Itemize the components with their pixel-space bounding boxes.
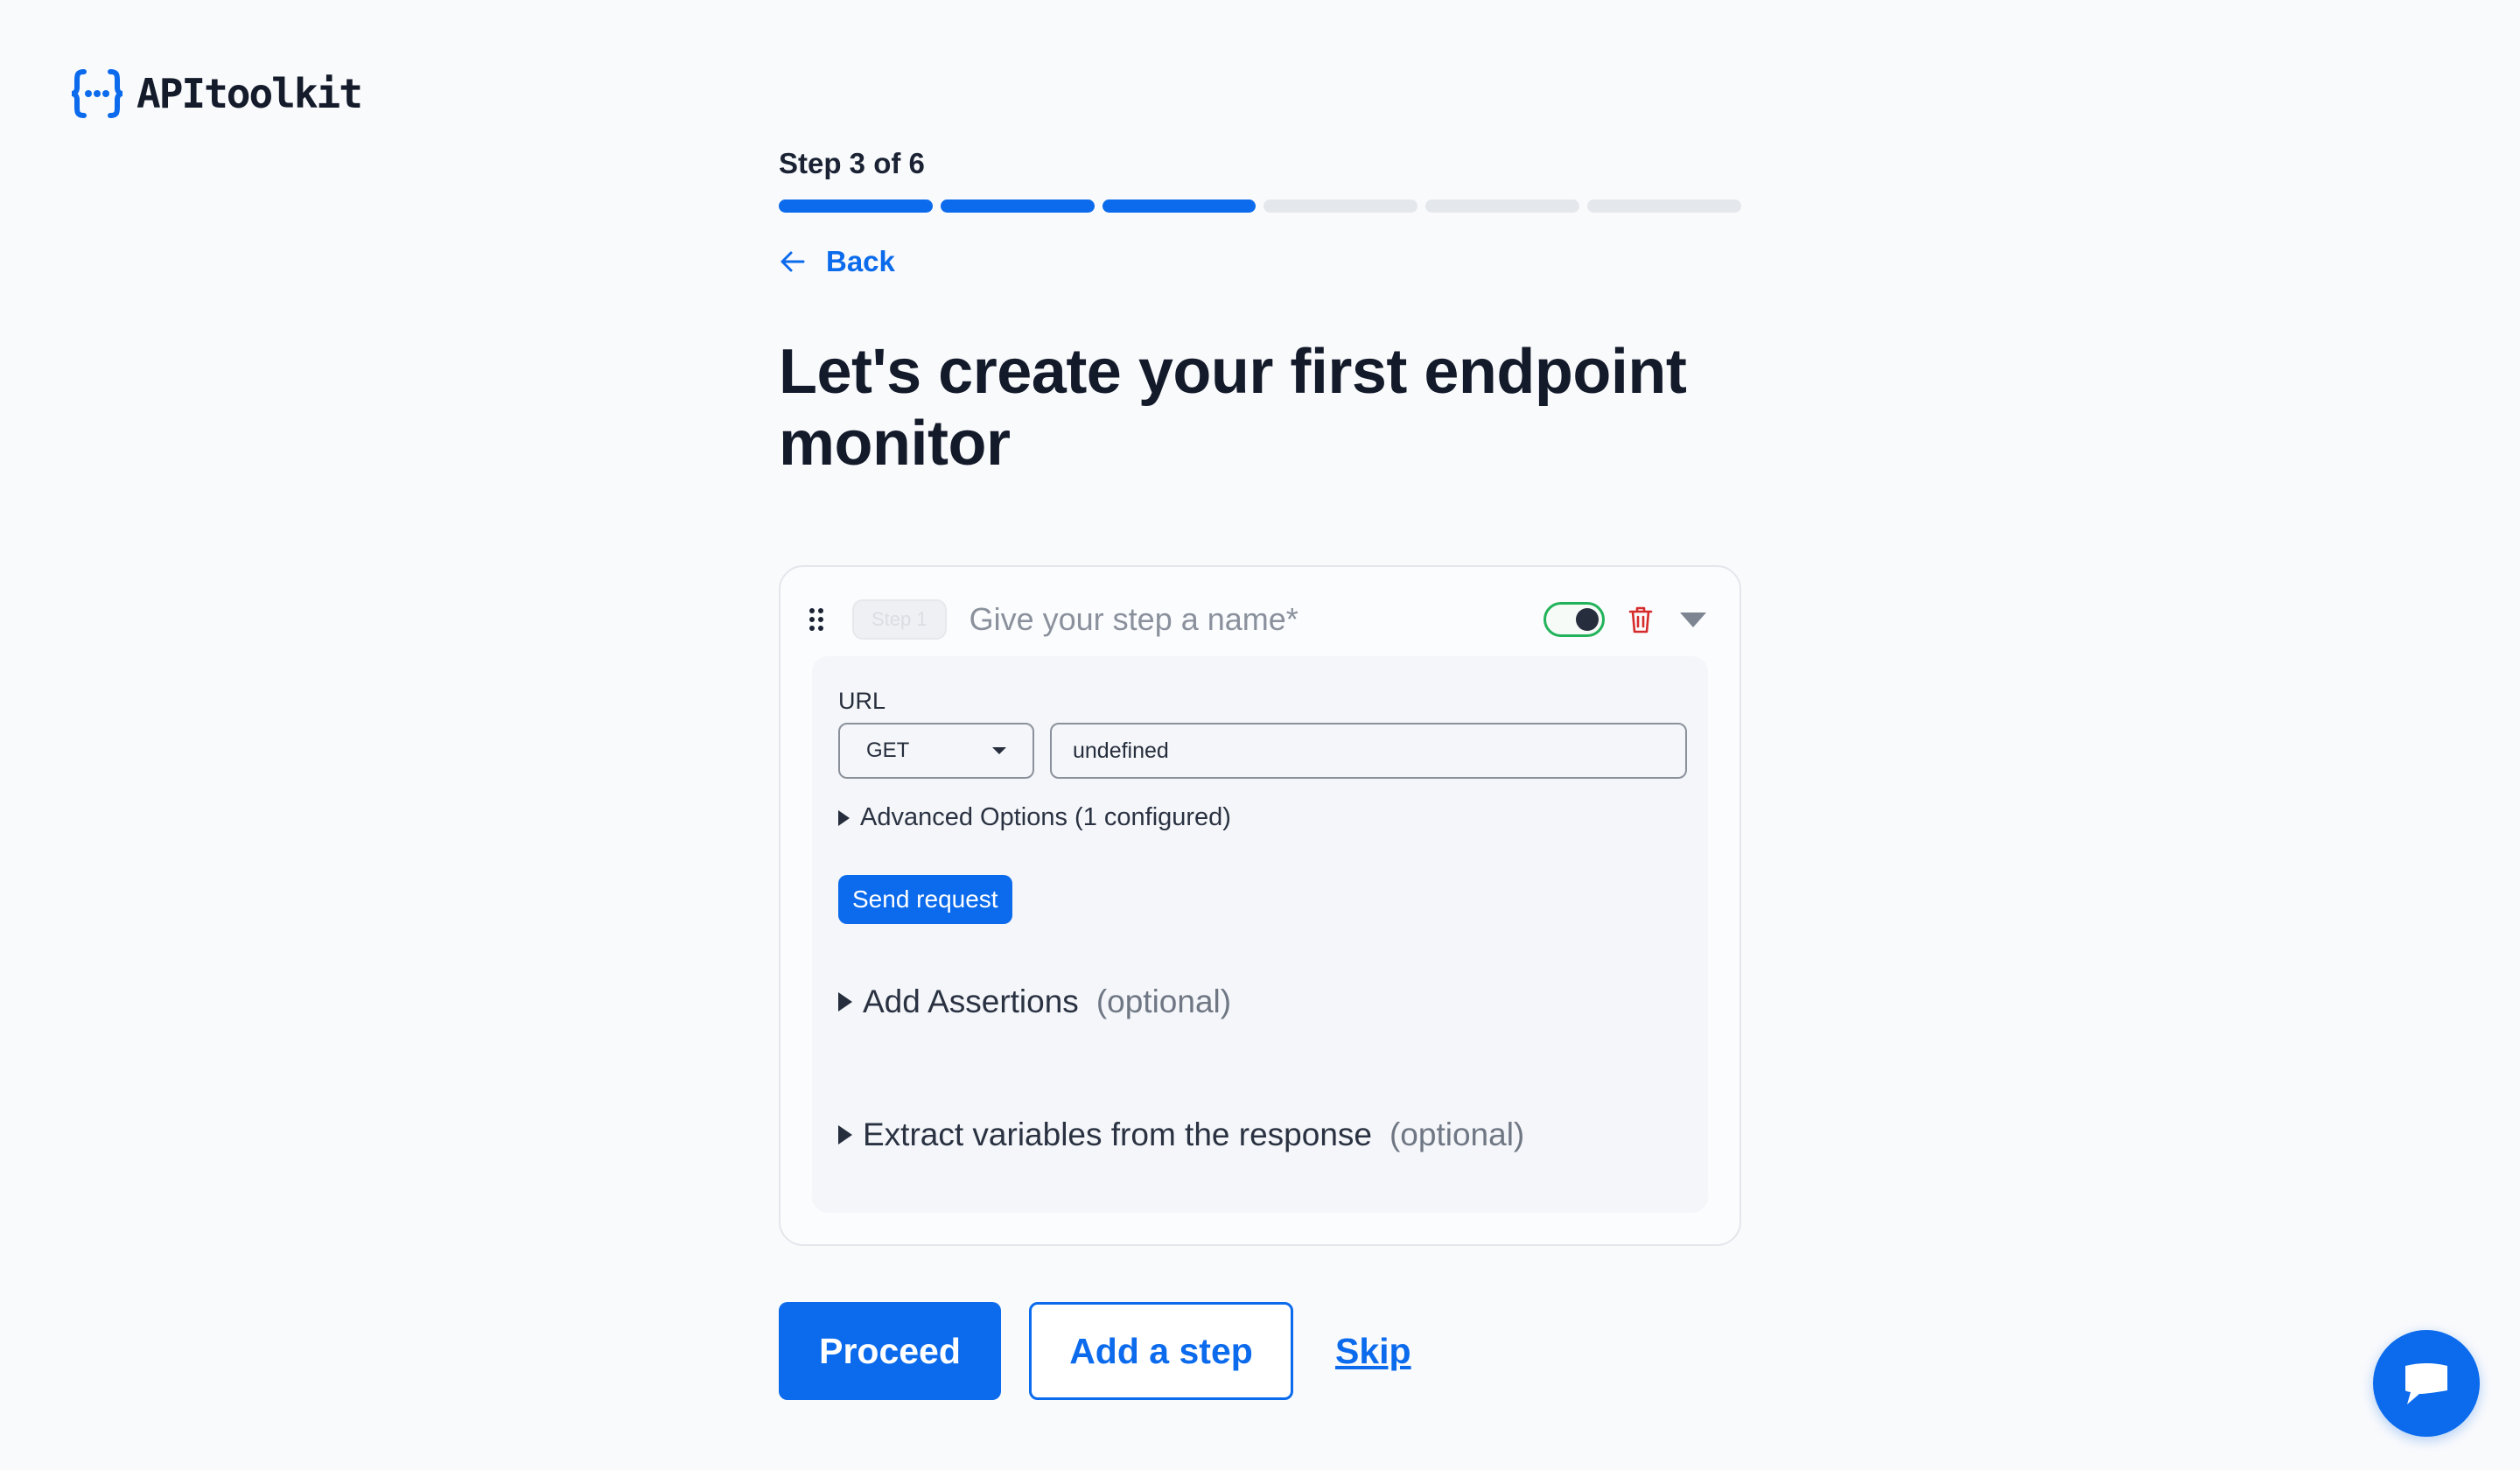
drag-handle-icon[interactable]	[807, 606, 826, 634]
triangle-right-icon	[838, 992, 852, 1012]
step-name-input[interactable]	[969, 601, 1530, 638]
trash-icon[interactable]	[1628, 605, 1654, 634]
url-input[interactable]	[1050, 723, 1687, 779]
progress-segment	[1587, 200, 1741, 213]
brand-logo[interactable]: APItoolkit	[70, 68, 363, 119]
chevron-down-icon[interactable]	[1678, 610, 1708, 629]
progress-segment	[1102, 200, 1256, 213]
arrow-left-icon	[780, 251, 805, 272]
progress-label: Step 3 of 6	[779, 147, 925, 179]
proceed-button[interactable]: Proceed	[779, 1302, 1001, 1400]
method-value: GET	[866, 738, 910, 762]
extract-variables-toggle[interactable]: Extract variables from the response (opt…	[838, 1116, 1524, 1153]
chat-bubble-icon	[2405, 1363, 2447, 1404]
progress-segment	[1425, 200, 1580, 213]
send-request-button[interactable]: Send request	[838, 875, 1012, 924]
back-button[interactable]: Back	[779, 245, 895, 278]
progress-segment	[779, 200, 933, 213]
step-body: URL GET Advanced Options (1 configured) …	[812, 656, 1708, 1213]
toggle-knob	[1576, 608, 1599, 631]
advanced-options-toggle[interactable]: Advanced Options (1 configured)	[838, 803, 1231, 832]
braces-logo-icon	[71, 69, 123, 118]
step-header: Step 1	[807, 593, 1708, 646]
step-card: Step 1 URL GET Advanced Options (1 co	[779, 565, 1741, 1246]
advanced-options-label: Advanced Options (1 configured)	[860, 803, 1231, 831]
triangle-right-icon	[838, 1125, 852, 1144]
step-enabled-toggle[interactable]	[1544, 602, 1605, 637]
progress-segment	[940, 200, 1095, 213]
brand-name: APItoolkit	[136, 70, 363, 117]
action-bar: Proceed Add a step Skip	[779, 1302, 1411, 1400]
add-assertions-toggle[interactable]: Add Assertions (optional)	[838, 984, 1231, 1020]
chat-button[interactable]	[2373, 1330, 2480, 1437]
url-label: URL	[838, 688, 886, 714]
page-title: Let's create your first endpoint monitor	[779, 337, 1687, 479]
extract-label: Extract variables from the response	[863, 1116, 1372, 1152]
assertions-label: Add Assertions	[863, 984, 1079, 1019]
skip-link[interactable]: Skip	[1335, 1331, 1411, 1372]
step-number-pill: Step 1	[852, 599, 947, 640]
caret-down-icon	[992, 747, 1006, 754]
progress-bar	[779, 200, 1741, 213]
assertions-optional: (optional)	[1096, 984, 1232, 1019]
progress-segment	[1264, 200, 1418, 213]
extract-optional: (optional)	[1389, 1116, 1525, 1152]
add-step-button[interactable]: Add a step	[1029, 1302, 1293, 1400]
triangle-right-icon	[838, 809, 850, 826]
method-select[interactable]: GET	[838, 723, 1034, 779]
back-label: Back	[826, 245, 895, 277]
